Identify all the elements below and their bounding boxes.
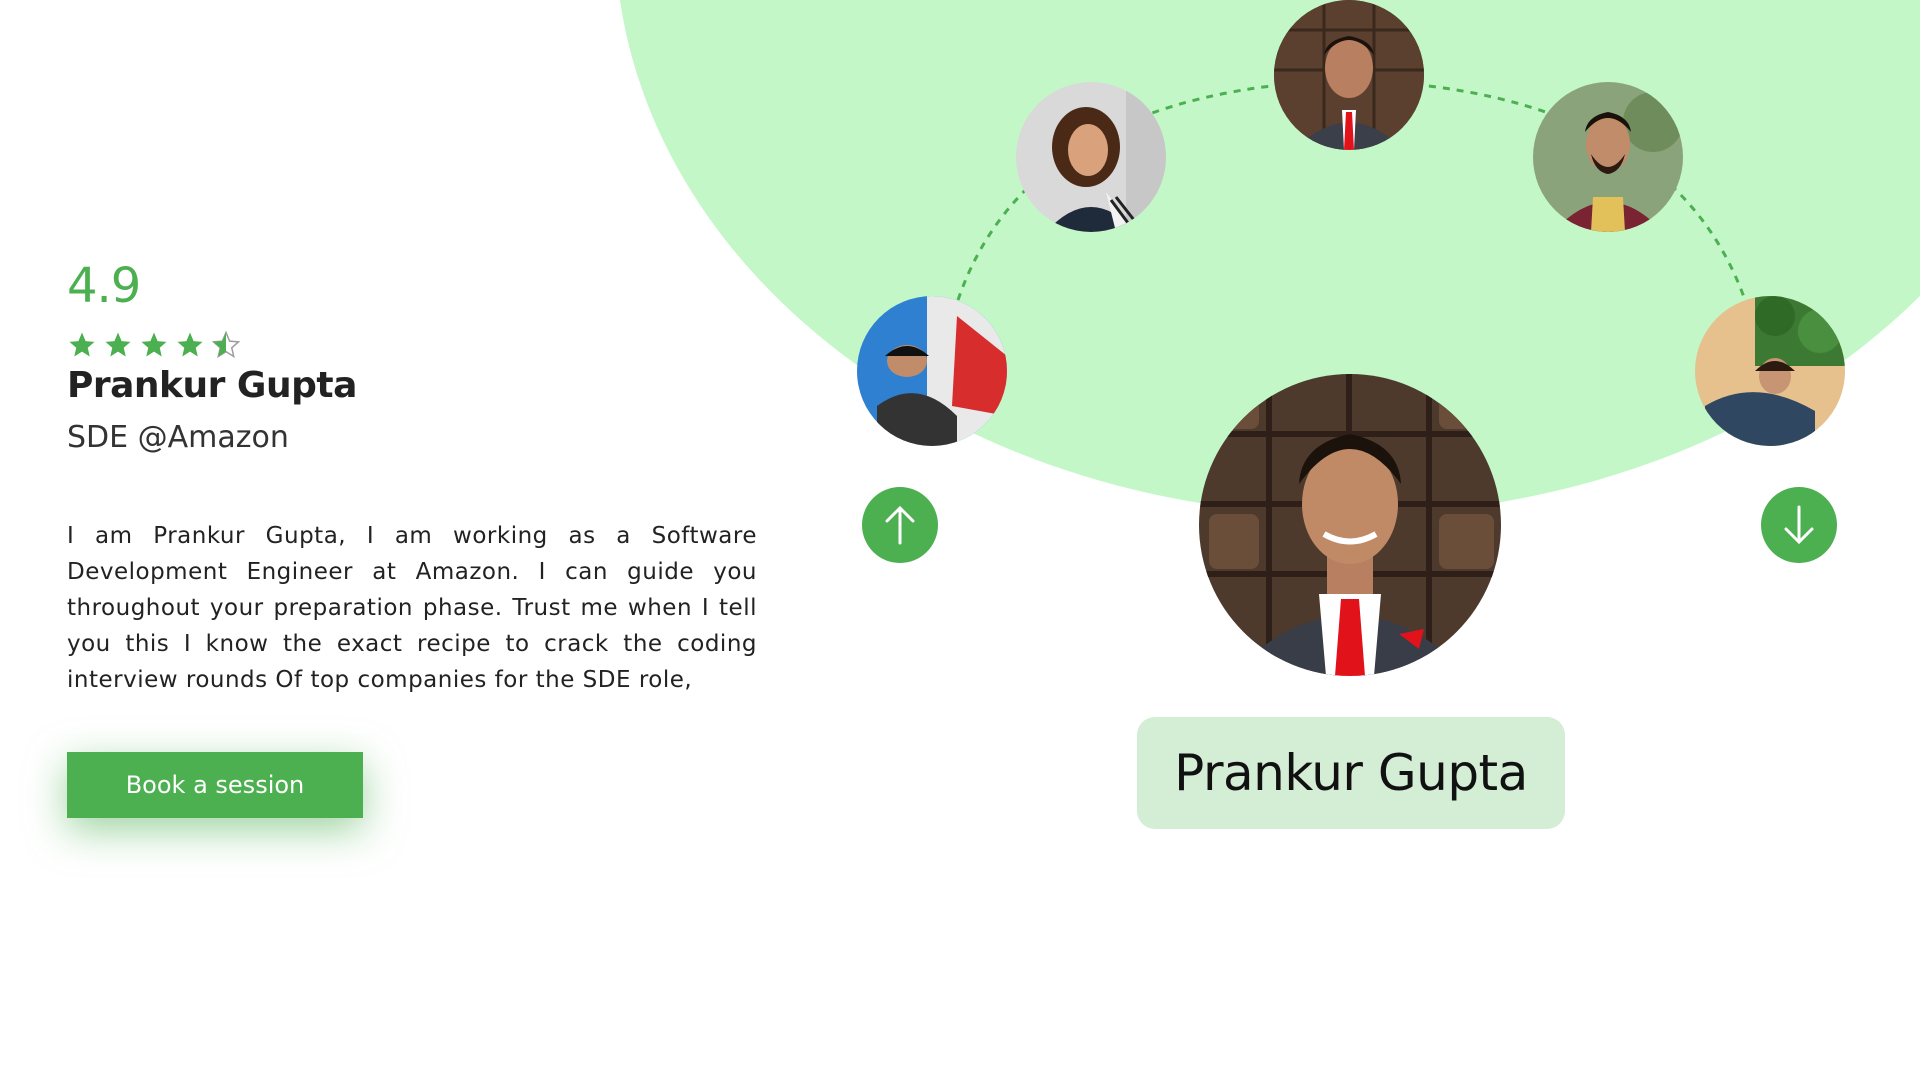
star-rating: [67, 330, 241, 360]
mentor-bio: I am Prankur Gupta, I am working as a So…: [67, 523, 757, 693]
star-full-icon: [67, 330, 97, 360]
mentor-avatar[interactable]: [857, 296, 1007, 446]
star-full-icon: [175, 330, 205, 360]
next-mentor-button[interactable]: [1761, 487, 1837, 563]
star-full-icon: [139, 330, 169, 360]
mentor-avatar[interactable]: [1274, 0, 1424, 150]
rating-value: 4.9: [67, 258, 141, 314]
book-session-button[interactable]: Book a session: [67, 752, 363, 818]
mentor-avatar[interactable]: [1016, 82, 1166, 232]
star-full-icon: [103, 330, 133, 360]
mentor-page: 4.9 Prankur Gupta SDE @Amazon I am Prank…: [0, 0, 1920, 1080]
mentor-avatar[interactable]: [1533, 82, 1683, 232]
arrow-down-icon: [1784, 505, 1814, 545]
previous-mentor-button[interactable]: [862, 487, 938, 563]
star-half-icon: [211, 330, 241, 360]
arrow-up-icon: [885, 505, 915, 545]
mentor-avatar[interactable]: [1695, 296, 1845, 446]
mentor-role: SDE @Amazon: [67, 420, 289, 455]
selected-mentor-avatar: [1199, 374, 1501, 676]
selected-mentor-name: Prankur Gupta: [1137, 717, 1565, 829]
mentor-name: Prankur Gupta: [67, 365, 357, 406]
